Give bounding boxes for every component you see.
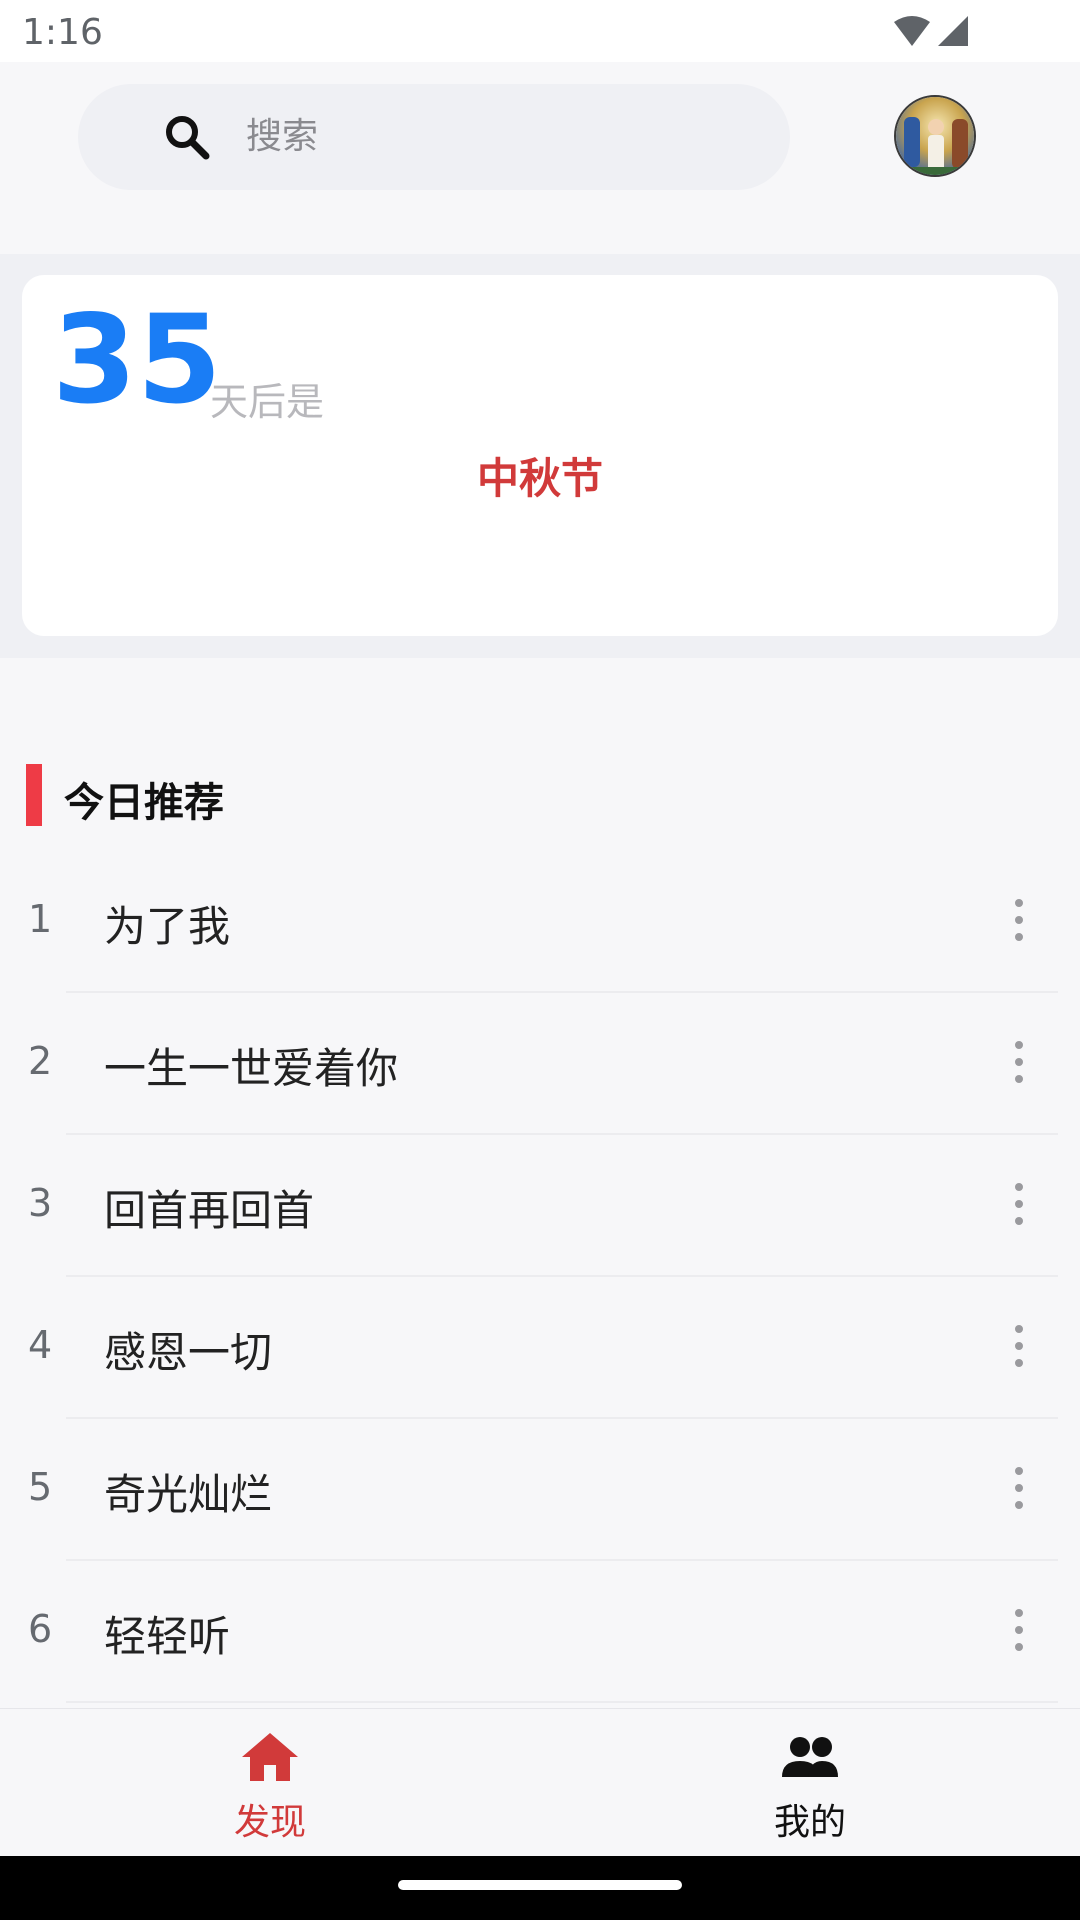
countdown-days: 35 xyxy=(52,289,222,431)
section-accent-bar xyxy=(26,764,42,826)
status-bar: 1:16 xyxy=(0,0,1080,62)
song-row[interactable]: 1 为了我 xyxy=(0,851,1080,993)
search-input[interactable]: 搜索 xyxy=(78,84,790,190)
song-index: 1 xyxy=(28,897,53,941)
more-vert-icon[interactable] xyxy=(1004,1321,1034,1371)
song-index: 4 xyxy=(28,1323,53,1367)
song-index: 3 xyxy=(28,1181,53,1225)
divider xyxy=(66,1701,1058,1703)
more-vert-icon[interactable] xyxy=(1004,895,1034,945)
countdown-suffix: 天后是 xyxy=(210,380,325,424)
song-row[interactable]: 6 轻轻听 xyxy=(0,1561,1080,1703)
status-icons xyxy=(892,14,970,48)
signal-icon xyxy=(938,16,968,46)
song-index: 5 xyxy=(28,1465,53,1509)
section-title: 今日推荐 xyxy=(64,780,224,826)
song-list: 1 为了我 2 一生一世爱着你 3 回首再回首 4 感恩一切 5 奇光灿烂 6 … xyxy=(0,851,1080,1703)
song-row[interactable]: 4 感恩一切 xyxy=(0,1277,1080,1419)
wifi-icon xyxy=(894,16,930,46)
search-placeholder: 搜索 xyxy=(246,116,319,157)
song-title: 回首再回首 xyxy=(104,1186,315,1235)
more-vert-icon[interactable] xyxy=(1004,1179,1034,1229)
nav-item-discover[interactable]: 发现 xyxy=(0,1709,540,1857)
nav-item-mine[interactable]: 我的 xyxy=(540,1709,1080,1857)
gesture-area xyxy=(0,1856,1080,1920)
more-vert-icon[interactable] xyxy=(1004,1463,1034,1513)
nav-label-mine: 我的 xyxy=(773,1802,846,1843)
song-title: 奇光灿烂 xyxy=(104,1470,273,1519)
song-title: 一生一世爱着你 xyxy=(104,1044,399,1093)
song-index: 6 xyxy=(28,1607,53,1651)
song-index: 2 xyxy=(28,1039,53,1083)
song-row[interactable]: 3 回首再回首 xyxy=(0,1135,1080,1277)
search-icon xyxy=(166,116,210,160)
song-row[interactable]: 2 一生一世爱着你 xyxy=(0,993,1080,1135)
nav-label-discover: 发现 xyxy=(233,1802,306,1843)
search-header: 搜索 xyxy=(0,62,1080,254)
countdown-holiday: 中秋节 xyxy=(476,454,603,503)
gesture-handle[interactable] xyxy=(398,1880,682,1890)
countdown-card[interactable]: 35 天后是 中秋节 xyxy=(22,275,1058,636)
song-title: 为了我 xyxy=(104,902,231,951)
song-title: 轻轻听 xyxy=(104,1612,231,1661)
song-title: 感恩一切 xyxy=(104,1328,273,1377)
song-row[interactable]: 5 奇光灿烂 xyxy=(0,1419,1080,1561)
profile-avatar[interactable] xyxy=(894,95,976,177)
countdown-section: 35 天后是 中秋节 xyxy=(0,254,1080,658)
more-vert-icon[interactable] xyxy=(1004,1037,1034,1087)
status-time: 1:16 xyxy=(22,12,103,53)
avatar-image xyxy=(896,97,974,175)
more-vert-icon[interactable] xyxy=(1004,1605,1034,1655)
section-header: 今日推荐 xyxy=(0,760,1080,830)
home-icon xyxy=(242,1733,298,1781)
bottom-nav: 发现 我的 xyxy=(0,1708,1080,1856)
people-icon xyxy=(782,1737,838,1777)
